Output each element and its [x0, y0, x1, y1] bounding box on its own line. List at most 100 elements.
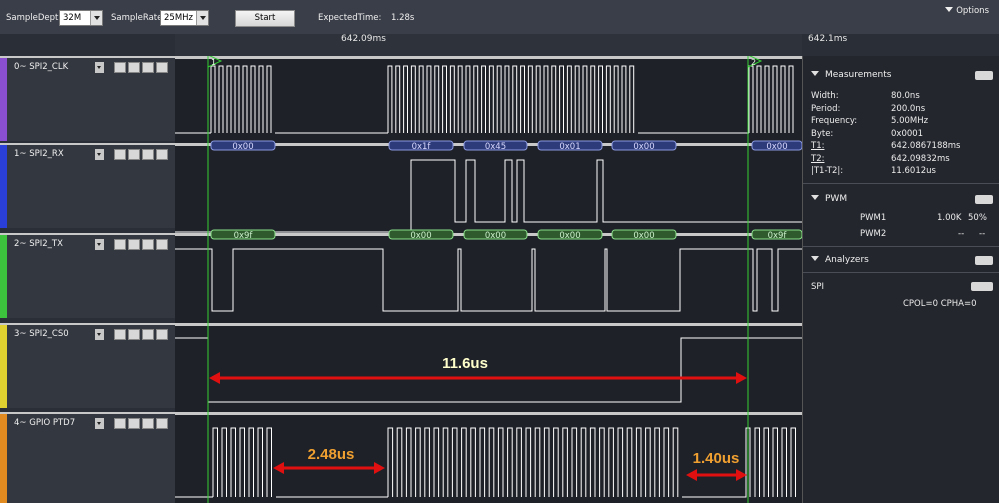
- trigger-rising-icon[interactable]: [114, 239, 126, 250]
- measurements-settings-icon[interactable]: [975, 71, 993, 80]
- rx-byte-label: 0x01: [559, 142, 580, 152]
- tx-byte-label: 0x9f: [768, 231, 788, 241]
- rx-byte-label: 0x00: [232, 142, 253, 152]
- toolbar: SampleDepth 32M SampleRate 25MHz Start E…: [0, 0, 999, 34]
- add-analyzer-icon[interactable]: [975, 256, 993, 265]
- channel-name: 1~ SPI2_RX: [14, 149, 64, 159]
- measurement-label: T1:: [811, 141, 825, 151]
- trigger-falling-icon[interactable]: [142, 329, 154, 340]
- trigger-falling-icon[interactable]: [142, 62, 154, 73]
- trigger-low-icon[interactable]: [156, 329, 168, 340]
- channel-name: 3~ SPI2_CS0: [14, 329, 69, 339]
- channel-separator: [175, 56, 802, 59]
- measurement-label: Width:: [811, 91, 839, 101]
- trigger-falling-icon[interactable]: [142, 418, 154, 429]
- trigger-rising-icon[interactable]: [114, 329, 126, 340]
- divider: [803, 183, 999, 184]
- tx-byte-label: 0x00: [633, 231, 654, 241]
- rx-byte-label: 0x1f: [412, 142, 432, 152]
- trigger-rising-icon[interactable]: [114, 62, 126, 73]
- ruler-label-right: 642.1ms: [808, 34, 848, 44]
- trigger-rising-icon[interactable]: [114, 149, 126, 160]
- measurement-label: Period:: [811, 103, 841, 114]
- measurement-label: Frequency:: [811, 116, 858, 126]
- divider: [803, 272, 999, 273]
- trigger-high-icon[interactable]: [128, 149, 140, 160]
- channel-color-stripe: [0, 145, 7, 228]
- measurement-label: Byte:: [811, 128, 834, 139]
- pwm1-freq: 1.00K: [937, 213, 962, 223]
- measurement-value: 0x0001: [891, 128, 924, 139]
- divider: [803, 246, 999, 247]
- analyzer-config: CPOL=0 CPHA=0: [903, 299, 977, 309]
- tx-byte-label: 0x9f: [234, 231, 254, 241]
- measurements-header[interactable]: Measurements: [811, 70, 891, 80]
- trigger-falling-icon[interactable]: [142, 149, 154, 160]
- channel-dropdown-icon[interactable]: [95, 239, 104, 250]
- sample-rate-label: SampleRate: [111, 13, 163, 23]
- channel-dropdown-icon[interactable]: [95, 418, 104, 429]
- trigger-falling-icon[interactable]: [142, 239, 154, 250]
- waveform-area[interactable]: 0x00 0x1f 0x45 0x01 0x00 0x00 0x9f 0x00 0x00 0x00…: [175, 56, 802, 503]
- pwm-header[interactable]: PWM: [811, 194, 847, 204]
- trigger-high-icon[interactable]: [128, 329, 140, 340]
- channel-name: 0~ SPI2_CLK: [14, 62, 69, 72]
- trigger-high-icon[interactable]: [128, 62, 140, 73]
- measurement-value: 642.09832ms: [891, 153, 950, 164]
- channel-panel-4[interactable]: 4~ GPIO PTD7: [0, 412, 175, 503]
- tx-byte-label: 0x00: [410, 231, 431, 241]
- channel-panel-3[interactable]: 3~ SPI2_CS0: [0, 323, 175, 408]
- sample-depth-select[interactable]: 32M: [59, 10, 103, 26]
- sample-depth-label: SampleDepth: [6, 13, 64, 23]
- rx-byte-label: 0x00: [633, 142, 654, 152]
- channel-color-stripe: [0, 414, 7, 503]
- sample-rate-value: 25MHz: [164, 13, 194, 23]
- cursor-label: 2: [751, 58, 756, 67]
- measurement-value: 80.0ns: [891, 91, 920, 101]
- start-button[interactable]: Start: [235, 10, 295, 27]
- pwm1-duty: 50%: [968, 213, 987, 223]
- options-button[interactable]: Options: [945, 6, 989, 16]
- pwm-settings-icon[interactable]: [975, 195, 993, 204]
- channel-separator: [175, 412, 802, 415]
- chevron-down-icon: [90, 11, 102, 25]
- waveform-background: [175, 56, 802, 503]
- expected-time-label: ExpectedTime:: [318, 13, 382, 23]
- trigger-high-icon[interactable]: [128, 418, 140, 429]
- channel-dropdown-icon[interactable]: [95, 329, 104, 340]
- pwm2-freq: --: [958, 229, 965, 239]
- rx-byte-label: 0x45: [485, 142, 506, 152]
- annotation-cs-span: 11.6us: [442, 355, 488, 372]
- measurement-label: |T1-T2|:: [811, 166, 844, 176]
- right-panel: Measurements Width: 80.0ns Period: 200.0ns F…: [802, 56, 999, 503]
- channel-panel-2[interactable]: 2~ SPI2_TX: [0, 233, 175, 318]
- chevron-down-icon: [196, 11, 208, 25]
- trigger-low-icon[interactable]: [156, 418, 168, 429]
- channel-panel-1[interactable]: 1~ SPI2_RX: [0, 143, 175, 228]
- annotation-gpio-gap: 2.48us: [308, 446, 355, 463]
- measurement-value: 5.00MHz: [891, 116, 929, 126]
- expected-time-value: 1.28s: [391, 13, 415, 23]
- tx-byte-label: 0x00: [485, 231, 506, 241]
- trigger-rising-icon[interactable]: [114, 418, 126, 429]
- channel-color-stripe: [0, 58, 7, 141]
- sample-depth-value: 32M: [63, 13, 82, 23]
- channel-panel-0[interactable]: 0~ SPI2_CLK: [0, 56, 175, 141]
- channel-dropdown-icon[interactable]: [95, 62, 104, 73]
- channel-color-stripe: [0, 235, 7, 318]
- trigger-low-icon[interactable]: [156, 239, 168, 250]
- analyzer-settings-icon[interactable]: [971, 282, 993, 291]
- channel-separator: [175, 323, 802, 326]
- sample-rate-select[interactable]: 25MHz: [160, 10, 209, 26]
- pwm2-name: PWM2: [860, 229, 887, 239]
- trigger-low-icon[interactable]: [156, 149, 168, 160]
- trigger-high-icon[interactable]: [128, 239, 140, 250]
- channel-dropdown-icon[interactable]: [95, 149, 104, 160]
- analyzer-name[interactable]: SPI: [811, 282, 824, 292]
- time-ruler[interactable]: 642.09ms 642.1ms: [175, 34, 847, 56]
- trigger-low-icon[interactable]: [156, 62, 168, 73]
- analyzers-header[interactable]: Analyzers: [811, 255, 869, 265]
- measurement-value: 642.0867188ms: [891, 141, 961, 151]
- channel-name: 2~ SPI2_TX: [14, 239, 63, 249]
- pwm1-name: PWM1: [860, 213, 887, 223]
